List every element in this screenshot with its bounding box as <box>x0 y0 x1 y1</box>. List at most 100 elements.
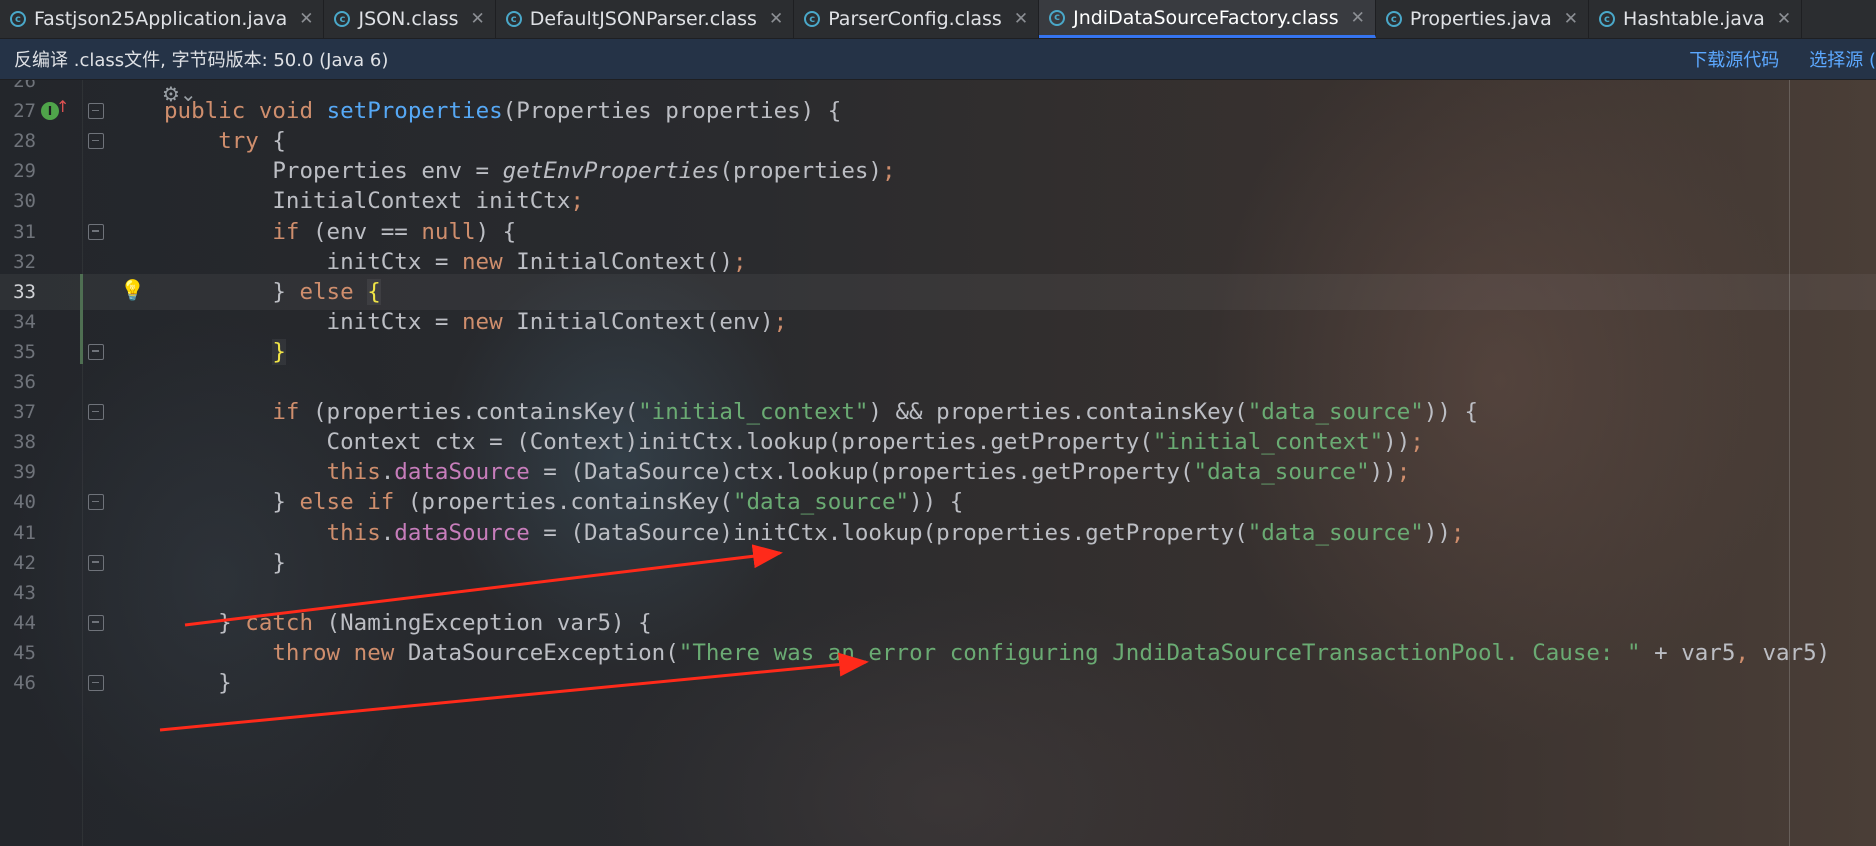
tab-6[interactable]: c Hashtable.java ✕ <box>1589 0 1803 38</box>
class-icon: c <box>1385 11 1402 27</box>
code-token: dataSource <box>394 519 530 546</box>
code-token: (properties) <box>719 158 882 185</box>
tab-label: JndiDataSourceFactory.class <box>1073 6 1339 29</box>
code-token: )) { <box>909 489 964 516</box>
class-icon: c <box>1598 11 1615 27</box>
code-token: ) && properties.containsKey( <box>868 399 1248 426</box>
class-icon: c <box>505 11 522 27</box>
override-up-arrow-icon[interactable]: ↑ <box>56 97 69 116</box>
code-token: ; <box>570 188 584 215</box>
download-source-link[interactable]: 下载源代码 <box>1689 46 1779 72</box>
close-icon[interactable]: ✕ <box>769 9 783 29</box>
code-token: )) <box>1369 459 1397 486</box>
code-line[interactable]: 46 } <box>0 665 1876 701</box>
tab-0[interactable]: c Fastjson25Application.java ✕ <box>0 0 325 38</box>
code-token: (env == <box>299 218 422 245</box>
tab-label: Fastjson25Application.java <box>34 8 288 30</box>
tab-label: JSON.class <box>358 8 459 30</box>
code-token: } <box>272 338 286 365</box>
code-token: { <box>258 128 286 155</box>
code-token: . <box>380 519 395 546</box>
code-token: } <box>164 278 300 305</box>
code-token: setProperties <box>326 98 503 125</box>
fold-marker-icon[interactable] <box>88 103 104 120</box>
tab-4[interactable]: c JndiDataSourceFactory.class ✕ <box>1039 0 1376 38</box>
code-token: InitialContext(env) <box>502 308 774 335</box>
close-icon[interactable]: ✕ <box>299 9 313 29</box>
fold-marker-icon[interactable] <box>88 675 104 691</box>
tab-label: DefaultJSONParser.class <box>529 8 757 30</box>
fold-marker-icon[interactable] <box>88 404 104 421</box>
close-icon[interactable]: ✕ <box>1014 9 1028 29</box>
tab-label: Properties.java <box>1409 8 1552 30</box>
code-token: initCtx = <box>164 248 463 275</box>
code-token: } <box>164 609 246 636</box>
code-token: "data_source" <box>1193 459 1370 486</box>
code-token: "data_source" <box>1247 399 1424 426</box>
code-token: )) <box>1383 429 1411 456</box>
code-token: getEnvProperties <box>502 158 720 185</box>
code-token: ; <box>1410 429 1424 456</box>
fold-marker-icon[interactable] <box>88 133 104 150</box>
fold-marker-icon[interactable] <box>88 223 104 240</box>
code-token: this <box>326 519 381 546</box>
code-token: } <box>164 489 300 516</box>
class-icon: c <box>334 11 351 27</box>
code-token: = (DataSource)ctx.lookup(properties.getP… <box>529 459 1194 486</box>
code-token: ; <box>1450 519 1465 546</box>
code-token: catch <box>245 609 314 636</box>
tab-3[interactable]: c ParserConfig.class ✕ <box>794 0 1040 38</box>
code-token: "There was an error configuring JndiData… <box>678 639 1641 666</box>
code-token: else <box>299 278 354 305</box>
tab-2[interactable]: c DefaultJSONParser.class ✕ <box>496 0 795 38</box>
tab-5[interactable]: c Properties.java ✕ <box>1376 0 1589 38</box>
code-token: initCtx = <box>164 308 463 335</box>
code-token: (Properties properties) { <box>502 98 842 125</box>
code-token: } <box>164 549 286 576</box>
code-token: var5) <box>1748 639 1831 666</box>
code-token: InitialContext initCtx <box>164 188 571 215</box>
code-token: . <box>380 459 395 486</box>
code-token: DataSourceException( <box>394 639 679 666</box>
editor-tab-bar: c Fastjson25Application.java ✕ c JSON.class ✕… <box>0 0 1876 39</box>
close-icon[interactable]: ✕ <box>471 9 485 29</box>
line-number: 46 <box>13 672 36 694</box>
decompiled-info-bar: 反编译 .class文件, 字节码版本: 50.0 (Java 6) 下载源代码… <box>0 39 1876 80</box>
vcs-change-marker[interactable] <box>80 273 83 364</box>
code-text: } <box>164 665 232 701</box>
code-token: Context ctx = (Context)initCtx.lookup(pr… <box>164 429 1153 456</box>
close-icon[interactable]: ✕ <box>1564 9 1578 29</box>
code-token: "initial_context" <box>638 399 869 426</box>
code-token: "data_source" <box>1247 519 1424 546</box>
code-token: ; <box>1396 459 1411 486</box>
fold-marker-icon[interactable] <box>88 343 104 360</box>
close-icon[interactable]: ✕ <box>1777 9 1791 29</box>
code-editor[interactable]: ⚙⌄ 26 27 public void setProperties(Propert… <box>0 80 1876 846</box>
code-token: InitialContext() <box>502 248 733 275</box>
code-token: try <box>218 128 259 155</box>
code-token: dataSource <box>394 459 530 486</box>
class-icon: c <box>1049 9 1066 26</box>
code-token: else if <box>299 489 395 516</box>
code-token: "initial_context" <box>1152 429 1384 456</box>
tab-label: ParserConfig.class <box>828 8 1002 30</box>
decompiled-info-text: 反编译 .class文件, 字节码版本: 50.0 (Java 6) <box>14 50 389 71</box>
code-token: )) { <box>1423 399 1479 426</box>
close-icon[interactable]: ✕ <box>1351 8 1365 28</box>
code-token: = (DataSource)initCtx.lookup(properties.… <box>529 519 1248 546</box>
code-token: "data_source" <box>732 489 910 516</box>
code-token: public void <box>164 98 327 125</box>
code-token: (properties.containsKey( <box>394 489 733 516</box>
tab-1[interactable]: c JSON.class ✕ <box>324 0 496 38</box>
fold-marker-icon[interactable] <box>88 614 104 631</box>
intention-bulb-icon[interactable]: 💡 <box>120 278 145 302</box>
fold-marker-icon[interactable] <box>88 554 104 571</box>
code-token: ; <box>732 248 747 275</box>
fold-marker-icon[interactable] <box>88 494 104 511</box>
choose-source-link[interactable]: 选择源 ( <box>1809 46 1876 72</box>
